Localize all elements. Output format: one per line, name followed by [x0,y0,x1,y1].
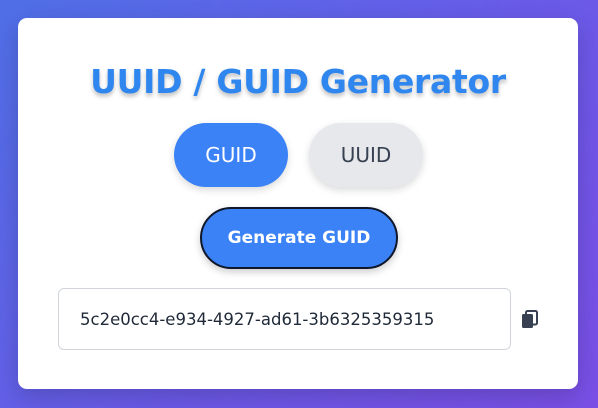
generated-id-field[interactable] [58,288,511,350]
uuid-toggle-button[interactable]: UUID [309,123,423,187]
page-title: UUID / GUID Generator [90,62,506,101]
generator-card: UUID / GUID Generator GUID UUID Generate… [18,18,578,389]
copy-button[interactable] [518,308,542,332]
guid-toggle-button[interactable]: GUID [174,123,288,187]
generate-button[interactable]: Generate GUID [200,207,398,269]
copy-icon [522,310,538,328]
